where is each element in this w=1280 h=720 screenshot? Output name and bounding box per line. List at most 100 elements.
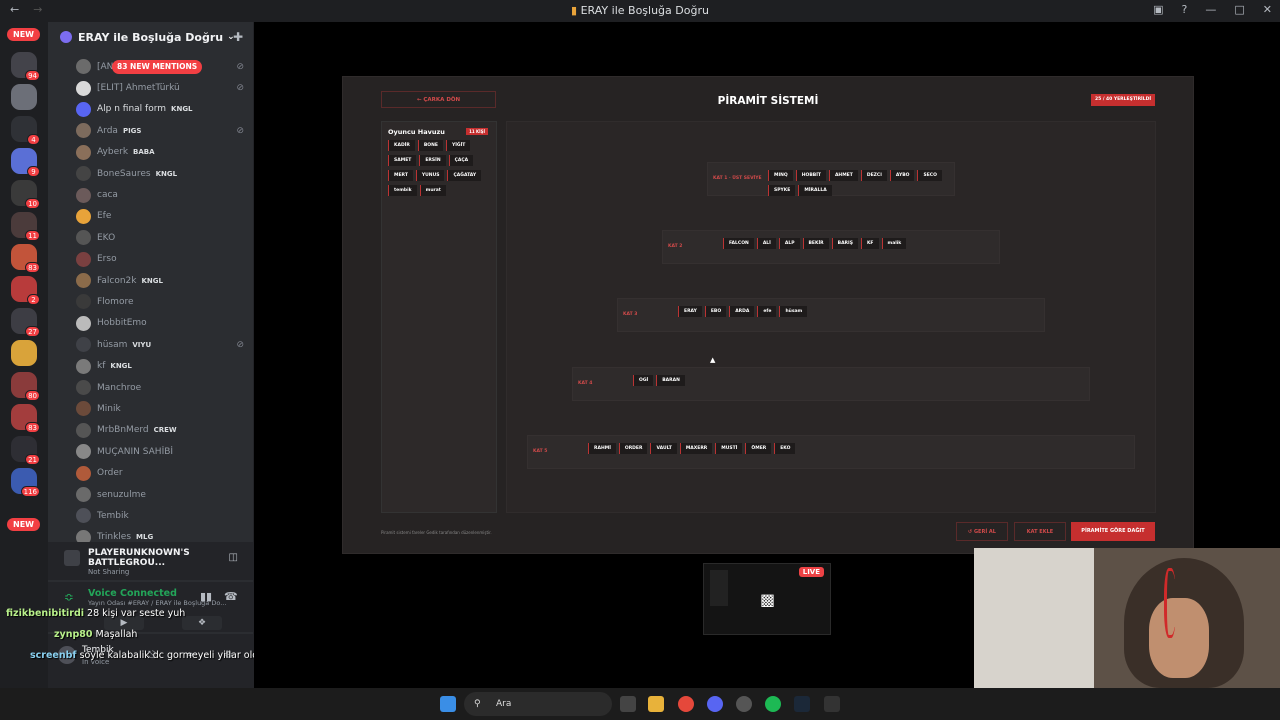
obs-icon[interactable] [736,696,752,712]
member-row[interactable]: [ELIT] AhmetTürkü ⊘ [48,77,254,98]
pool-player-chip[interactable]: SAMET [388,155,417,166]
minimize-button[interactable]: — [1205,3,1216,16]
tier-player-chip[interactable]: EBO [704,306,727,317]
new-pill[interactable]: NEW [7,28,40,41]
distribute-button[interactable]: PİRAMİTE GÖRE DAĞIT [1071,522,1155,541]
tier-player-chip[interactable]: BARAN [656,375,685,386]
member-row[interactable]: HobbitEmo [48,313,254,334]
pool-player-chip[interactable]: ERSİN [419,155,446,166]
pyramid-tier[interactable]: KAT 4 OGİ BARAN [572,367,1090,401]
new-pill[interactable]: NEW [7,518,40,531]
tier-player-chip[interactable]: malik [881,238,907,249]
server-icon[interactable]: 83 [11,244,40,273]
member-row[interactable]: Arda PIGS ⊘ [48,120,254,141]
tier-player-chip[interactable]: hüsam [779,306,808,317]
member-row[interactable]: BoneSaures KNGL [48,163,254,184]
pool-player-chip[interactable]: murat [419,185,446,196]
undo-button[interactable]: ↺ GERİ AL [956,522,1008,541]
pool-player-chip[interactable]: KADİR [388,140,415,151]
discord-icon[interactable] [707,696,723,712]
task-view-icon[interactable] [620,696,636,712]
pool-player-chip[interactable]: ÇAĞATAY [447,170,482,181]
tier-player-chip[interactable]: ERAY [678,306,702,317]
tier-player-chip[interactable]: efe [757,306,777,317]
member-row[interactable]: MrbBnMerd CREW [48,420,254,441]
activities-button[interactable]: ❖ [182,616,222,630]
tier-player-chip[interactable]: MİRALLA [798,185,832,196]
pool-player-chip[interactable]: YİĞİT [445,140,471,151]
tier-player-chip[interactable]: MINQ [768,170,793,181]
server-icon[interactable]: 11 [11,212,40,241]
pyramid-tier[interactable]: KAT 5 RAHMİ ORDER VAULT MAXERR MUSTİ ÖMER EKO [527,435,1135,469]
pool-player-chip[interactable]: ÇAÇA [448,155,474,166]
tier-player-chip[interactable]: RAHMİ [588,443,616,454]
stream-preview[interactable]: LIVE ▩ [703,563,831,635]
server-icon[interactable]: 9 [11,148,40,177]
tier-player-chip[interactable]: ÖMER [745,443,772,454]
tier-player-chip[interactable]: BARIŞ [831,238,858,249]
member-row[interactable]: Alp n final form KNGL [48,99,254,120]
steam-icon[interactable] [794,696,810,712]
server-icon[interactable]: 4 [11,116,40,145]
windows-start-icon[interactable] [440,696,456,712]
server-icon[interactable]: 10 [11,180,40,209]
member-row[interactable]: Efe [48,206,254,227]
tier-player-chip[interactable]: VAULT [650,443,677,454]
app-icon[interactable] [824,696,840,712]
member-row[interactable]: Falcon2k KNGL [48,270,254,291]
server-icon[interactable]: 94 [11,52,40,81]
server-icon[interactable] [11,340,37,366]
member-row[interactable]: caca [48,184,254,205]
tier-player-chip[interactable]: DEZCI [860,170,887,181]
noise-suppression-icon[interactable]: ▮▮ [200,590,212,603]
member-row[interactable]: Order [48,462,254,483]
tier-player-chip[interactable]: ARDA [729,306,755,317]
screen-share-icon[interactable]: ◫ [229,552,238,563]
tier-player-chip[interactable]: BEKİR [802,238,829,249]
pyramid-tier[interactable]: KAT 3 ERAY EBO ARDA efe hüsam [617,298,1045,332]
pool-player-chip[interactable]: tembik [388,185,417,196]
maximize-button[interactable]: □ [1234,3,1244,16]
pyramid-tier[interactable]: KAT 1 · ÜST SEVİYE MINQ HOBBİT AHMET DEZCI AY… [707,162,955,196]
tier-player-chip[interactable]: ALİ [756,238,776,249]
tier-player-chip[interactable]: AYBO [889,170,915,181]
tier-player-chip[interactable]: HOBBİT [795,170,826,181]
server-header[interactable]: ERAY ile Boşluğa Doğru ⌄ ✚ [48,22,253,52]
spotify-icon[interactable] [765,696,781,712]
member-row[interactable]: hüsam VIYU ⊘ [48,334,254,355]
member-row[interactable]: senuzulme [48,484,254,505]
server-icon[interactable]: 27 [11,308,40,337]
add-tier-button[interactable]: KAT EKLE [1014,522,1066,541]
member-row[interactable]: Ayberk BABA [48,142,254,163]
new-mentions-pill[interactable]: 83 NEW MENTIONS [112,60,203,74]
member-row[interactable]: EKO [48,227,254,248]
tier-player-chip[interactable]: MAXERR [679,443,713,454]
close-button[interactable]: ✕ [1263,3,1272,16]
tier-player-chip[interactable]: AHMET [828,170,858,181]
inbox-icon[interactable]: ▣ [1153,3,1163,16]
file-explorer-icon[interactable] [648,696,664,712]
tier-player-chip[interactable]: SPYKE [768,185,796,196]
pool-player-chip[interactable]: BONE [417,140,443,151]
add-user-icon[interactable]: ✚ [233,30,243,44]
member-row[interactable]: Flomore [48,291,254,312]
tier-player-chip[interactable]: FALCON [723,238,754,249]
member-row[interactable]: Manchroe [48,377,254,398]
taskbar-search[interactable]: ⚲ Ara [464,692,612,716]
tier-player-chip[interactable]: MUSTİ [715,443,743,454]
member-row[interactable]: Minik [48,398,254,419]
member-row[interactable]: MUÇANIN SAHİBİ [48,441,254,462]
tier-player-chip[interactable]: EKO [774,443,796,454]
chrome-icon[interactable] [678,696,694,712]
tier-player-chip[interactable]: ORDER [618,443,648,454]
pool-player-chip[interactable]: YUNUS [415,170,445,181]
member-row[interactable]: kf KNGL [48,355,254,376]
server-icon[interactable]: 116 [11,468,40,497]
tier-player-chip[interactable]: OGİ [633,375,654,386]
server-icon[interactable]: 80 [11,372,40,401]
server-icon[interactable]: 21 [11,436,40,465]
tier-player-chip[interactable]: KF [860,238,879,249]
tier-player-chip[interactable]: SECO [917,170,942,181]
server-icon[interactable]: 83 [11,404,40,433]
member-row[interactable]: Tembik [48,505,254,526]
